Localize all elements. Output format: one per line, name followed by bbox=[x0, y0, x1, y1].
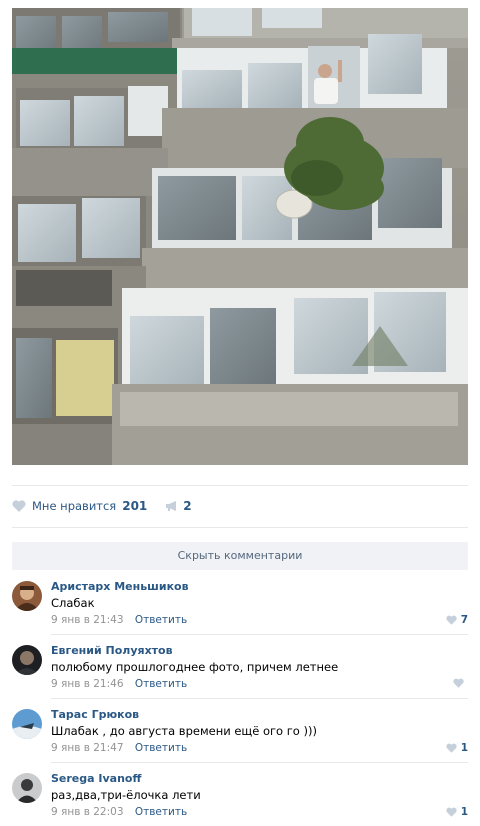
comment-date[interactable]: 9 янв в 21:47 bbox=[51, 742, 124, 754]
comment-date[interactable]: 9 янв в 21:46 bbox=[51, 678, 124, 690]
reply-button[interactable]: Ответить bbox=[135, 742, 187, 754]
comment-meta: 9 янв в 21:46 Ответить bbox=[51, 678, 187, 690]
avatar-photo-icon bbox=[12, 645, 42, 675]
comment-text: раз,два,три-ёлочка лети bbox=[51, 788, 201, 802]
comment-item: Тарас Грюков Шлабак , до августа времени… bbox=[12, 699, 468, 763]
divider-top bbox=[12, 485, 468, 486]
heart-icon bbox=[453, 678, 464, 688]
comment-item: Евгений Полуяхтов полюбому прошлогоднее … bbox=[12, 635, 468, 699]
comment-author[interactable]: Аристарх Меньшиков bbox=[51, 580, 189, 593]
like-button[interactable]: Мне нравится 201 bbox=[12, 499, 147, 513]
avatar[interactable] bbox=[12, 773, 42, 803]
megaphone-icon bbox=[166, 501, 177, 511]
reply-button[interactable]: Ответить bbox=[135, 806, 187, 818]
comment-like-count: 1 bbox=[460, 806, 468, 818]
heart-icon bbox=[446, 807, 457, 817]
heart-icon bbox=[446, 743, 457, 753]
comment-like-button[interactable]: 1 bbox=[446, 742, 468, 754]
post-actions: Мне нравится 201 2 bbox=[12, 496, 192, 516]
comment-item: Аристарх Меньшиков Слабак 9 янв в 21:43 … bbox=[12, 571, 468, 635]
comment-text: Шлабак , до августа времени ещё ого го )… bbox=[51, 724, 317, 738]
comment-author[interactable]: Евгений Полуяхтов bbox=[51, 644, 173, 657]
heart-icon bbox=[446, 615, 457, 625]
comment-date[interactable]: 9 янв в 22:03 bbox=[51, 806, 124, 818]
like-label: Мне нравится bbox=[32, 499, 117, 513]
comment-item: Serega Ivanoff раз,два,три-ёлочка лети 9… bbox=[12, 763, 468, 826]
comment-like-button[interactable] bbox=[453, 678, 468, 688]
reply-button[interactable]: Ответить bbox=[135, 614, 187, 626]
comment-like-count: 7 bbox=[460, 614, 468, 626]
comment-text: Слабак bbox=[51, 596, 95, 610]
comment-author[interactable]: Тарас Грюков bbox=[51, 708, 139, 721]
avatar[interactable] bbox=[12, 581, 42, 611]
comment-like-button[interactable]: 7 bbox=[446, 614, 468, 626]
reply-button[interactable]: Ответить bbox=[135, 678, 187, 690]
hide-comments-button[interactable]: Скрыть комментарии bbox=[12, 542, 468, 570]
divider-bottom bbox=[12, 527, 468, 528]
like-count: 201 bbox=[122, 499, 148, 513]
avatar[interactable] bbox=[12, 645, 42, 675]
comment-author[interactable]: Serega Ivanoff bbox=[51, 772, 141, 785]
heart-icon bbox=[12, 500, 26, 512]
avatar[interactable] bbox=[12, 709, 42, 739]
avatar-photo-icon bbox=[12, 581, 42, 611]
comment-text: полюбому прошлогоднее фото, причем летне… bbox=[51, 660, 339, 674]
avatar-photo-icon bbox=[12, 709, 42, 739]
post-photo[interactable] bbox=[12, 8, 468, 465]
share-button[interactable]: 2 bbox=[165, 499, 192, 513]
comment-meta: 9 янв в 21:43 Ответить bbox=[51, 614, 187, 626]
balcony-photo-image bbox=[12, 8, 468, 465]
comment-date[interactable]: 9 янв в 21:43 bbox=[51, 614, 124, 626]
avatar-photo-icon bbox=[12, 773, 42, 803]
comment-like-count: 1 bbox=[460, 742, 468, 754]
share-count: 2 bbox=[183, 499, 192, 513]
comment-meta: 9 янв в 22:03 Ответить bbox=[51, 806, 187, 818]
comment-like-button[interactable]: 1 bbox=[446, 806, 468, 818]
comment-meta: 9 янв в 21:47 Ответить bbox=[51, 742, 187, 754]
